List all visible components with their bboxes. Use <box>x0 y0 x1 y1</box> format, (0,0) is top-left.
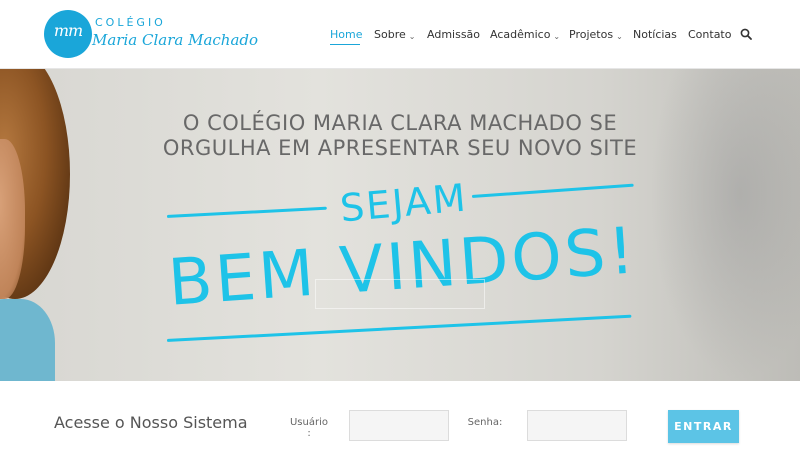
nav-item-projetos[interactable]: Projetos ⌄ <box>569 28 623 41</box>
nav-item-label: Acadêmico <box>490 28 551 41</box>
hero-accent-line-left <box>166 206 327 218</box>
nav-item-label: Projetos <box>569 28 614 41</box>
nav-item-label: Admissão <box>427 28 481 41</box>
nav-item-sobre[interactable]: Sobre ⌄ <box>374 28 415 41</box>
chevron-down-icon: ⌄ <box>616 32 623 41</box>
password-label: Senha: <box>467 417 503 428</box>
nav-item-academico[interactable]: Acadêmico ⌄ <box>490 28 560 41</box>
logo[interactable]: mm COLÉGIO Maria Clara Machado <box>44 10 258 60</box>
logo-monogram: mm <box>53 21 83 40</box>
enter-button[interactable]: ENTRAR <box>668 410 739 443</box>
hero-accent-line-right <box>471 183 634 198</box>
hero-accent-line-bottom <box>166 314 632 342</box>
search-icon[interactable] <box>740 28 752 40</box>
nav-item-home[interactable]: Home <box>330 28 362 41</box>
password-input[interactable] <box>527 410 627 441</box>
username-input[interactable] <box>349 410 449 441</box>
hero-sejam-text: SEJAM <box>338 175 470 231</box>
hero-headline-line2: ORGULHA EM APRESENTAR SEU NOVO SITE <box>162 136 638 160</box>
chevron-down-icon: ⌄ <box>408 32 416 41</box>
nav-item-label: Sobre <box>374 28 406 41</box>
nav-item-noticias[interactable]: Notícias <box>633 28 677 41</box>
login-title: Acesse o Nosso Sistema <box>54 413 248 432</box>
hero-person-shirt <box>0 299 55 381</box>
logo-top-text: COLÉGIO <box>95 16 166 29</box>
chevron-down-icon: ⌄ <box>553 32 561 41</box>
nav-item-label: Notícias <box>633 28 677 41</box>
hero-headline-line1: O COLÉGIO MARIA CLARA MACHADO SE <box>182 111 618 135</box>
nav-item-label: Contato <box>688 28 732 41</box>
nav-item-label: Home <box>330 28 363 41</box>
nav-item-contato[interactable]: Contato <box>688 28 731 41</box>
username-label: Usuário : <box>289 417 328 439</box>
nav-active-underline <box>330 44 360 45</box>
hero-banner: O COLÉGIO MARIA CLARA MACHADO SE ORGULHA… <box>0 69 800 381</box>
nav-item-admissao[interactable]: Admissão <box>427 28 480 41</box>
site-header: mm COLÉGIO Maria Clara Machado Home Sobr… <box>0 0 800 69</box>
logo-name-text: Maria Clara Machado <box>92 31 259 49</box>
hero-ghost-button[interactable] <box>315 279 485 309</box>
